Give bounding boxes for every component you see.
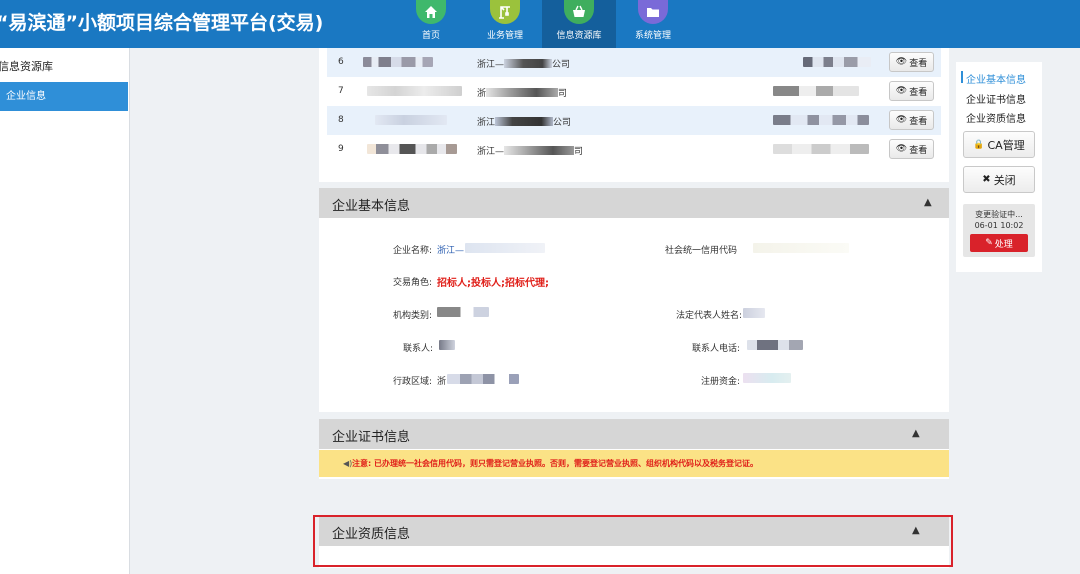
sidebar-item-enterprise-info[interactable]: 企业信息 — [0, 82, 128, 111]
company-name: 浙江— 公司 — [477, 59, 571, 70]
redacted-value — [743, 373, 791, 383]
anchor-qualification-info[interactable]: 企业资质信息 — [966, 110, 1026, 125]
handle-button[interactable]: ✎ 处理 — [970, 234, 1028, 252]
basic-info-header[interactable]: 企业基本信息 ▲ — [319, 188, 949, 218]
nav-home[interactable]: 首页 — [394, 0, 468, 48]
company-name: 浙江 公司 — [477, 117, 572, 128]
cert-notice-text: 注意: 已办理统一社会信用代码，则只需登记营业执照。否则，需要登记营业执照、组织… — [352, 459, 758, 468]
chevron-up-icon[interactable]: ▲ — [924, 197, 932, 208]
table-row: 6 浙江— 公司 👁 查看 — [327, 48, 941, 77]
table-row: 8 浙江 公司 👁 查看 — [327, 106, 941, 135]
row-number: 6 — [338, 57, 344, 67]
redacted-value — [465, 243, 545, 253]
contact-phone-label: 联系人电话: — [692, 344, 741, 354]
legal-rep-label: 法定代表人姓名: — [676, 311, 743, 321]
basic-info-panel: 企业基本信息 ▲ 企业名称: 浙江— 社会统一信用代码 交易角色: 招标人;投标… — [319, 188, 949, 412]
highlight-frame — [313, 515, 953, 567]
cert-info-header[interactable]: 企业证书信息 ▲ — [319, 419, 949, 449]
basket-icon — [564, 0, 594, 24]
region-label: 行政区域: — [393, 377, 433, 387]
nav-info-library[interactable]: 信息资源库 — [542, 0, 616, 48]
ca-management-button[interactable]: 🔒 CA管理 — [963, 131, 1035, 158]
top-header: “易滨通”小额项目综合管理平台(交易) 首页 业务管理 信息资源库 系统管理 — [0, 0, 1080, 48]
redacted-value — [437, 307, 489, 317]
pending-change-box: 变更验证中... 06-01 10:02 ✎ 处理 — [963, 204, 1035, 257]
redacted-value — [747, 340, 803, 350]
row-number: 8 — [338, 115, 344, 125]
chevron-up-icon[interactable]: ▲ — [912, 428, 920, 439]
role-value: 招标人;投标人;招标代理; — [437, 278, 549, 289]
company-list-table: 6 浙江— 公司 👁 查看 7 浙司 👁 查看 8 浙江 公司 👁 查看 9 浙江— 司 👁… — [319, 48, 949, 182]
nav-system[interactable]: 系统管理 — [616, 0, 690, 48]
home-icon — [416, 0, 446, 24]
left-sidebar: 信息资源库 企业信息 — [0, 48, 130, 574]
company-name: 浙司 — [477, 88, 568, 99]
nav-business-label: 业务管理 — [486, 31, 523, 41]
table-row: 7 浙司 👁 查看 — [327, 77, 941, 106]
eye-icon: 👁 — [895, 86, 908, 96]
table-row: 9 浙江— 司 👁 查看 — [327, 135, 941, 164]
nav-home-label: 首页 — [421, 31, 440, 41]
cert-notice: ◀) 注意: 已办理统一社会信用代码，则只需登记营业执照。否则，需要登记营业执照… — [319, 450, 949, 477]
app-title: “易滨通”小额项目综合管理平台(交易) — [0, 12, 324, 34]
view-button[interactable]: 👁 查看 — [889, 139, 934, 159]
role-label: 交易角色: — [393, 278, 433, 288]
pending-time: 06-01 10:02 — [974, 221, 1024, 230]
close-button[interactable]: ✖ 关闭 — [963, 166, 1035, 193]
company-name-label: 企业名称: — [393, 246, 433, 256]
contact-label: 联系人: — [403, 344, 434, 354]
nav-business[interactable]: 业务管理 — [468, 0, 542, 48]
view-button[interactable]: 👁 查看 — [889, 110, 934, 130]
row-number: 7 — [338, 86, 344, 96]
redacted-value — [439, 340, 455, 350]
redacted-code — [363, 57, 433, 67]
speaker-icon: ◀) — [343, 459, 353, 468]
redacted-code — [375, 115, 447, 125]
credit-code-label: 社会统一信用代码 — [665, 246, 738, 256]
main-nav: 首页 业务管理 信息资源库 系统管理 — [394, 0, 690, 48]
company-name: 浙江— 司 — [477, 146, 584, 157]
cert-info-title: 企业证书信息 — [332, 430, 411, 445]
company-name-value: 浙江— — [437, 246, 465, 256]
view-button[interactable]: 👁 查看 — [889, 52, 934, 72]
redacted-code — [367, 86, 462, 96]
redacted-value — [743, 308, 765, 318]
anchor-cert-info[interactable]: 企业证书信息 — [966, 91, 1026, 106]
redacted-code — [773, 86, 859, 96]
redacted-code — [773, 144, 869, 154]
sidebar-heading: 信息资源库 — [0, 60, 53, 73]
nav-info-library-label: 信息资源库 — [556, 31, 602, 41]
right-side-panel: 企业基本信息 企业证书信息 企业资质信息 🔒 CA管理 ✖ 关闭 变更验证中..… — [956, 62, 1042, 272]
pending-status: 变更验证中... — [975, 210, 1023, 219]
redacted-value — [447, 374, 519, 384]
redacted-code — [803, 57, 871, 67]
nav-system-label: 系统管理 — [634, 31, 671, 41]
cert-info-panel: 企业证书信息 ▲ ◀) 注意: 已办理统一社会信用代码，则只需登记营业执照。否则… — [319, 419, 949, 479]
basic-info-title: 企业基本信息 — [332, 199, 411, 214]
lock-icon: 🔒 — [973, 139, 985, 150]
view-button[interactable]: 👁 查看 — [889, 81, 934, 101]
close-icon: ✖ — [982, 174, 991, 185]
org-type-label: 机构类别: — [393, 311, 433, 321]
row-number: 9 — [338, 144, 344, 154]
edit-icon: ✎ — [985, 238, 993, 248]
anchor-basic-info[interactable]: 企业基本信息 — [961, 71, 1026, 86]
redacted-code — [773, 115, 869, 125]
crane-icon — [490, 0, 520, 24]
eye-icon: 👁 — [895, 57, 908, 67]
region-value: 浙 — [437, 377, 447, 387]
redacted-code — [367, 144, 457, 154]
redacted-value — [753, 243, 849, 253]
eye-icon: 👁 — [895, 115, 908, 125]
eye-icon: 👁 — [895, 144, 908, 154]
capital-label: 注册资金: — [701, 377, 741, 387]
folder-icon — [638, 0, 668, 24]
